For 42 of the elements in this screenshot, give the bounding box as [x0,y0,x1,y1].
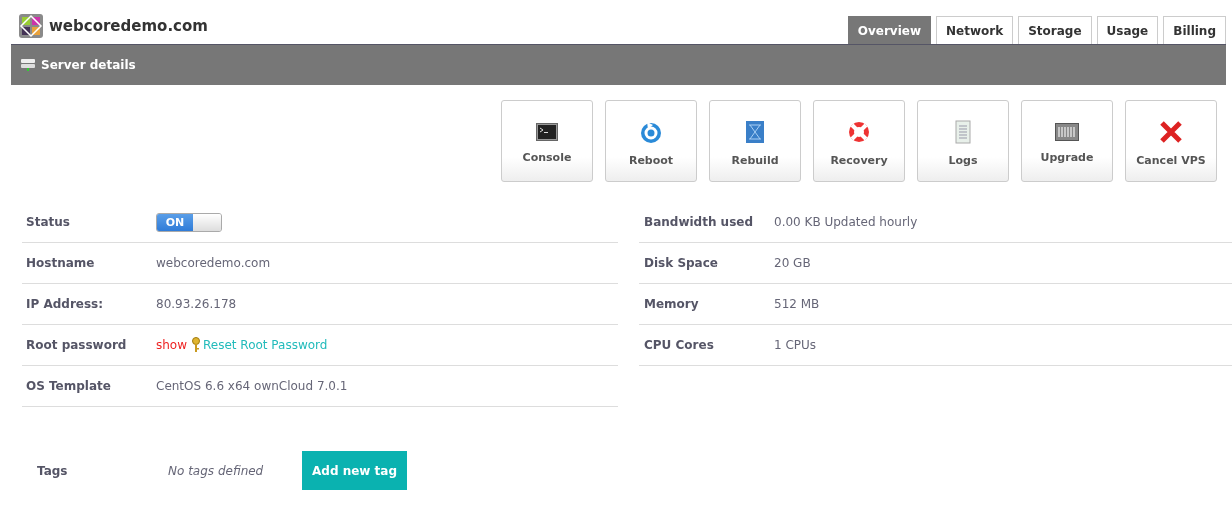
logo-icon [19,14,43,38]
tab[interactable]: Overview [847,16,931,44]
field-label: Disk Space [644,256,719,270]
show-link[interactable]: show [156,338,187,352]
tab[interactable]: Storage [1018,16,1092,44]
field-label: Root password [26,338,128,352]
section-title: Server details [41,58,136,72]
close-icon [1159,120,1183,144]
field-label: Hostname [26,256,96,270]
tab[interactable]: Billing [1163,16,1226,44]
action-button[interactable]: Console [501,100,593,182]
tags-label: Tags [37,463,69,478]
tab[interactable]: Usage [1096,16,1159,44]
field-label: Status [26,215,71,229]
action-button[interactable]: Cancel VPS [1125,100,1217,182]
action-button[interactable]: Upgrade [1021,100,1113,182]
field-label: OS Template [26,379,112,393]
field-value: 512 MB [774,297,820,311]
terminal-icon [536,123,558,141]
field-label: CPU Cores [644,338,715,352]
lifebuoy-icon [847,120,871,144]
action-button[interactable]: Rebuild [709,100,801,182]
memory-chip-icon [1055,123,1079,141]
key-icon [191,337,201,353]
field-value: 1 CPUs [774,338,817,352]
server-icon [20,58,36,72]
field-label: Bandwidth used [644,215,755,229]
site-title: webcoredemo.com [49,17,208,35]
action-button[interactable]: Recovery [813,100,905,182]
field-label: IP Address: [26,297,105,311]
field-value: webcoredemo.com [156,256,271,270]
field-value: CentOS 6.6 x64 ownCloud 7.0.1 [156,379,348,393]
empty-tags-text: No tags defined [168,463,265,478]
field-label: Memory [644,297,700,311]
action-button[interactable]: Logs [917,100,1009,182]
action-button[interactable]: Reboot [605,100,697,182]
field-value: 0.00 KB Updated hourly [774,215,918,229]
document-icon [955,120,971,144]
field-value: 20 GB [774,256,811,270]
field-value: 80.93.26.178 [156,297,237,311]
tab[interactable]: Network [936,16,1014,44]
refresh-icon [639,120,663,144]
